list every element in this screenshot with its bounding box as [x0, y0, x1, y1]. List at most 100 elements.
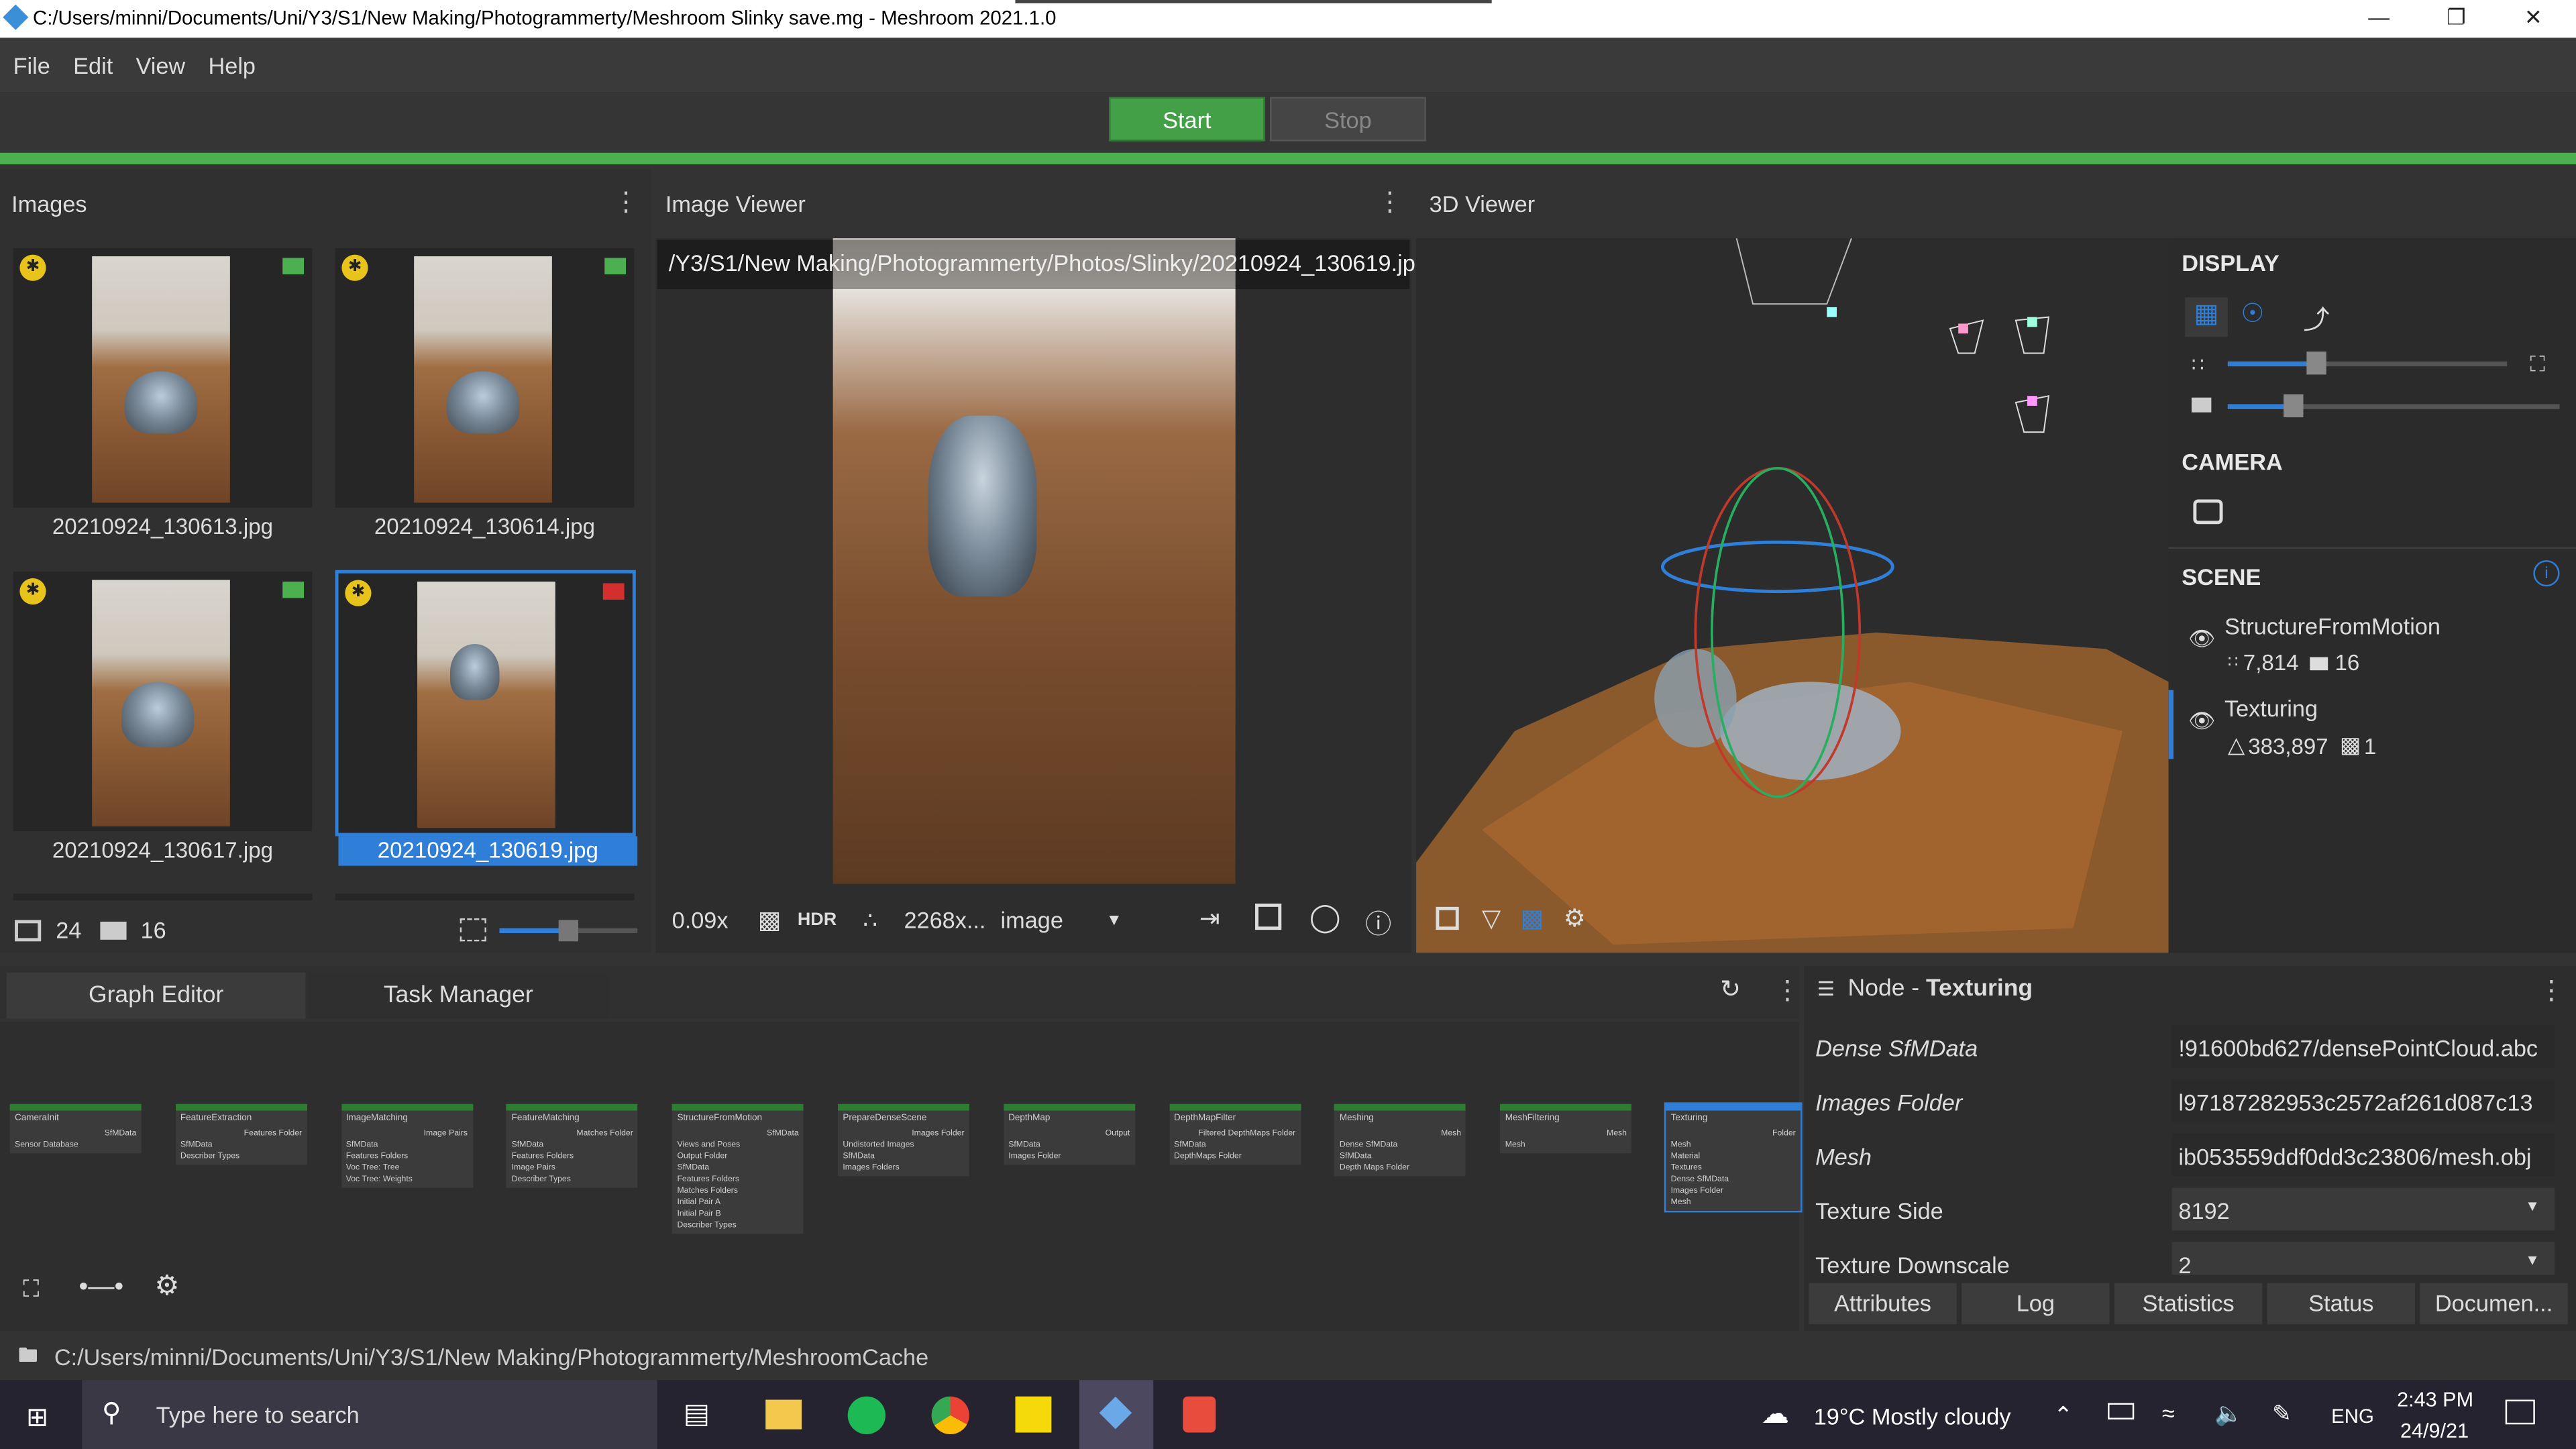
scene-item-name[interactable]: Texturing	[2224, 695, 2318, 721]
menu-view[interactable]: View	[136, 52, 186, 78]
attribute-value[interactable]: l97187282953c2572af261d087c13	[2171, 1079, 2555, 1122]
graph-node[interactable]: DepthMapFilter Filtered DepthMaps Folder S…	[1169, 1104, 1301, 1165]
volume-icon[interactable]: 🔈	[2214, 1400, 2243, 1428]
graph-node-output[interactable]: Mesh	[1505, 1128, 1627, 1138]
graph-node-port[interactable]: SfMData	[677, 1163, 798, 1173]
battery-icon[interactable]	[2108, 1403, 2135, 1419]
wireframe-icon[interactable]: ▽	[1482, 904, 1501, 933]
graph-node-port[interactable]: Image Pairs	[512, 1163, 633, 1173]
task-view-icon[interactable]: ▤	[684, 1398, 710, 1431]
attribute-value[interactable]: !91600bd627/densePointCloud.abc	[2171, 1025, 2555, 1068]
graph-node-port[interactable]: SfMData	[346, 1140, 468, 1150]
pen-icon[interactable]: ✎	[2272, 1400, 2292, 1428]
graph-node-port[interactable]: Initial Pair B	[677, 1209, 798, 1219]
image-viewer-menu-icon[interactable]: ⋮	[1377, 186, 1403, 219]
tab-statistics[interactable]: Statistics	[2114, 1283, 2263, 1324]
graph-node-port[interactable]: Describer Types	[677, 1221, 798, 1231]
wifi-icon[interactable]: ≈	[2162, 1400, 2175, 1426]
file-explorer-icon[interactable]	[765, 1399, 802, 1430]
tab-graph-editor[interactable]: Graph Editor	[6, 972, 306, 1019]
hdr-button[interactable]: HDR	[798, 910, 837, 930]
graph-node-port[interactable]: SfMData	[1174, 1140, 1295, 1150]
graph-node-port[interactable]: Features Folders	[677, 1175, 798, 1185]
texture-downscale-select[interactable]: 2	[2171, 1242, 2555, 1275]
graph-node-port[interactable]: Views and Poses	[677, 1140, 798, 1150]
histogram-icon[interactable]	[1255, 903, 1282, 930]
graph-node-output[interactable]: Mesh	[1340, 1128, 1461, 1138]
taskbar-search[interactable]: ⚲ Type here to search	[82, 1380, 657, 1449]
graph-node-port[interactable]: Mesh	[1671, 1197, 1796, 1208]
info-icon[interactable]: ⓘ	[1365, 902, 1391, 942]
windows-start-icon[interactable]: ⊞	[26, 1401, 48, 1434]
graph-node-port[interactable]: Sensor Database	[15, 1140, 136, 1150]
visibility-eye-icon[interactable]: 👁	[2188, 708, 2215, 735]
graph-node-port[interactable]: SfMData	[1340, 1152, 1461, 1162]
graph-node-output[interactable]: SfMData	[677, 1128, 799, 1138]
graph-node-port[interactable]: SfMData	[512, 1140, 633, 1150]
sticky-notes-icon[interactable]	[1015, 1396, 1052, 1433]
graph-node-port[interactable]: Voc Tree: Tree	[346, 1163, 468, 1173]
viewer3d-canvas[interactable]	[1416, 238, 2169, 953]
app-icon[interactable]	[1183, 1396, 1216, 1433]
graph-node-port[interactable]: SfMData	[1008, 1140, 1130, 1150]
graph-node-port[interactable]: Mesh	[1671, 1140, 1796, 1150]
info-icon[interactable]: i	[2533, 560, 2560, 587]
graph-node-port[interactable]: SfMData	[843, 1152, 964, 1162]
graph-node-port[interactable]: Textures	[1671, 1163, 1796, 1173]
chrome-icon[interactable]	[931, 1396, 969, 1434]
graph-node-output[interactable]: Images Folder	[843, 1128, 964, 1138]
graph-node-port[interactable]: Mesh	[1505, 1140, 1627, 1150]
features-icon[interactable]: ∴	[863, 906, 877, 934]
graph-node-port[interactable]: DepthMaps Folder	[1174, 1152, 1295, 1162]
chevron-down-icon[interactable]: ▼	[2525, 1252, 2540, 1268]
graph-node-port[interactable]: SfMData	[180, 1140, 302, 1150]
images-menu-icon[interactable]: ⋮	[612, 186, 639, 219]
weather-text[interactable]: 19°C Mostly cloudy	[1814, 1403, 2011, 1429]
image-thumbnail[interactable]: ✱ 20210924_130617.jpg	[13, 572, 313, 863]
graph-node-output[interactable]: Folder	[1671, 1128, 1796, 1138]
graph-node-port[interactable]: Output Folder	[677, 1152, 798, 1162]
meshroom-taskbar-icon[interactable]	[1079, 1380, 1154, 1449]
camera-scale-slider[interactable]	[2227, 394, 2560, 418]
spotify-icon[interactable]	[847, 1396, 886, 1434]
tab-attributes[interactable]: Attributes	[1809, 1283, 1957, 1324]
attribute-value[interactable]: ib053559ddf0dd3c23806/mesh.obj	[2171, 1133, 2555, 1177]
globe-icon[interactable]: ◯	[1309, 902, 1341, 935]
graph-node[interactable]: ImageMatching Image Pairs SfMData Features …	[341, 1104, 473, 1188]
graph-node-port[interactable]: Undistorted Images	[843, 1140, 964, 1150]
graph-node[interactable]: Texturing Folder Mesh Material Textures Dense…	[1664, 1102, 1803, 1213]
graph-node[interactable]: CameraInit SfMData Sensor Database	[9, 1104, 142, 1154]
graph-node-output[interactable]: Matches Folder	[512, 1128, 633, 1138]
image-thumbnail[interactable]: ✱ 20210924_130614.jpg	[335, 248, 635, 539]
clock-time[interactable]: 2:43 PM	[2397, 1388, 2473, 1411]
enter-icon[interactable]: ⇥	[1199, 904, 1220, 933]
graph-node-port[interactable]: Images Folder	[1671, 1186, 1796, 1196]
settings-icon[interactable]: ⚙	[1564, 904, 1586, 933]
image-thumbnail-selected[interactable]: ✱ 20210924_130619.jpg	[335, 570, 638, 866]
image-viewer-canvas[interactable]	[655, 238, 1411, 953]
graph-node-port[interactable]: Material	[1671, 1152, 1796, 1162]
notifications-icon[interactable]	[2505, 1399, 2535, 1425]
graph-node-output[interactable]: Features Folder	[180, 1128, 302, 1138]
layout-icon[interactable]: •—•	[79, 1273, 124, 1303]
image-thumbnail[interactable]: ✱ 20210924_130613.jpg	[13, 248, 313, 539]
tab-documentation[interactable]: Documen...	[2420, 1283, 2568, 1324]
image-mode-select[interactable]: image	[1001, 907, 1063, 933]
chevron-up-icon[interactable]: ⌃	[2053, 1401, 2073, 1430]
origin-icon[interactable]: ☉	[2241, 297, 2264, 330]
graph-node-port[interactable]: Initial Pair A	[677, 1197, 798, 1208]
graph-node[interactable]: PrepareDenseScene Images Folder Undistorte…	[837, 1104, 969, 1177]
close-icon[interactable]: ✕	[2496, 5, 2571, 31]
graph-node[interactable]: MeshFiltering Mesh Mesh	[1500, 1104, 1632, 1154]
graph-node-output[interactable]: Output	[1008, 1128, 1130, 1138]
start-button[interactable]: Start	[1109, 97, 1265, 142]
grid-icon[interactable]: ▦	[2185, 297, 2228, 337]
graph-node[interactable]: Meshing Mesh Dense SfMData SfMData Depth Map…	[1334, 1104, 1466, 1177]
textured-icon[interactable]: ▩	[1521, 904, 1544, 933]
graph-node-port[interactable]: Describer Types	[180, 1152, 302, 1162]
graph-settings-icon[interactable]: ⚙	[154, 1270, 179, 1303]
graph-node-port[interactable]: Dense SfMData	[1340, 1140, 1461, 1150]
chevron-down-icon[interactable]: ▼	[2525, 1197, 2540, 1214]
graph-node-output[interactable]: Filtered DepthMaps Folder	[1174, 1128, 1295, 1138]
graph-node[interactable]: FeatureExtraction Features Folder SfMData D…	[175, 1104, 307, 1165]
